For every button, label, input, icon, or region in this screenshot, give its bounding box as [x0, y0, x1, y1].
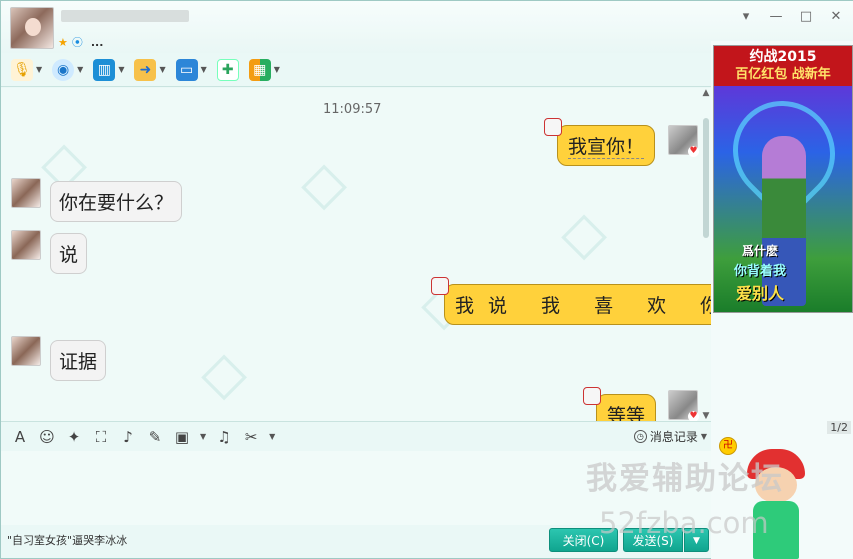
scissors-icon[interactable]: ✂: [242, 428, 260, 446]
ad-title: 约战2015: [749, 49, 817, 65]
voice-call-button[interactable]: 🎙 ▼: [11, 58, 42, 81]
emoji-icon[interactable]: ☺: [38, 428, 56, 446]
skin-dropdown-icon[interactable]: ▾: [738, 9, 754, 25]
chevron-down-icon[interactable]: ▼: [77, 65, 83, 74]
contact-message-avatar[interactable]: [11, 230, 41, 260]
file-transfer-icon: ➜: [134, 58, 157, 81]
contact-avatar[interactable]: [10, 7, 54, 49]
apps-button[interactable]: ▦ ▼: [248, 58, 280, 81]
star-icon[interactable]: ★: [58, 36, 68, 49]
diamond-background-icon: ◇: [301, 148, 348, 218]
chevron-down-icon[interactable]: ▼: [274, 65, 280, 74]
chevron-down-icon[interactable]: ▼: [118, 65, 124, 74]
font-icon[interactable]: A: [11, 428, 29, 446]
magic-wand-icon[interactable]: ✦: [65, 428, 83, 446]
contact-message-avatar[interactable]: [11, 336, 41, 366]
diamond-background-icon: ◇: [561, 198, 608, 268]
chat-window: ★ ⦿ ... ▾ — □ ✕ 🎙 ▼ ◉ ▼ ▥ ▼ ➜ ▼ ▭ ▼ ✚ ▦ …: [0, 0, 853, 559]
message-text: 证据: [59, 351, 98, 373]
function-toolbar: 🎙 ▼ ◉ ▼ ▥ ▼ ➜ ▼ ▭ ▼ ✚ ▦ ▼: [1, 53, 711, 87]
message-bubble-sent[interactable]: 等等: [582, 387, 657, 421]
message-bubble-sent[interactable]: 我宣你！: [543, 118, 656, 166]
chevron-down-icon[interactable]: ▼: [201, 65, 207, 74]
message-text: 等等: [607, 405, 646, 421]
ad-caption-2: 你背着我: [734, 264, 787, 279]
message-text: 你在要什么？: [59, 192, 174, 214]
advertisement-banner[interactable]: 约战2015 百亿红包 战新年 爲什麽 你背着我 爱别人: [713, 45, 853, 313]
contact-signature[interactable]: "自习室女孩"逼哭李冰冰: [7, 532, 127, 548]
message-bubble-received[interactable]: 说: [50, 233, 88, 274]
camera-icon: ◉: [52, 58, 75, 81]
message-bubble-sent[interactable]: 我说 我 喜 欢 你: [430, 277, 711, 325]
ad-caption-1: 爲什麽: [742, 244, 779, 258]
input-toolbar: A ☺ ✦ ⛶ ♪ ✎ ▣ ▼ ♫ ✂ ▼ ◷ 消息记录 ▼: [1, 421, 711, 451]
message-bubble-received[interactable]: 你在要什么？: [50, 181, 183, 222]
chevron-down-icon[interactable]: ▼: [269, 432, 275, 441]
more-status[interactable]: ...: [91, 36, 104, 49]
message-bubble-received[interactable]: 证据: [50, 340, 107, 381]
file-transfer-button[interactable]: ➜ ▼: [134, 58, 166, 81]
diamond-background-icon: ◇: [201, 338, 248, 408]
status-icons: ★ ⦿ ...: [58, 34, 103, 50]
apps-icon: ▦: [248, 58, 271, 81]
chevron-down-icon[interactable]: ▼: [159, 65, 165, 74]
screen-share-button[interactable]: ▥ ▼: [93, 58, 124, 81]
message-history-label: 消息记录: [649, 430, 698, 444]
watermark-text: 我爱辅助论坛: [586, 461, 784, 497]
message-text: 说: [59, 244, 79, 266]
create-discussion-button[interactable]: ✚: [216, 58, 239, 81]
ad-header: 约战2015 百亿红包 战新年: [714, 46, 852, 86]
contact-message-avatar[interactable]: [11, 178, 41, 208]
scroll-up-icon[interactable]: ▲: [701, 88, 711, 98]
edit-icon[interactable]: ✎: [146, 428, 164, 446]
clock-icon: ◷: [633, 430, 647, 443]
my-avatar[interactable]: [668, 390, 699, 421]
message-timestamp: 11:09:57: [323, 102, 382, 117]
window-controls: ▾ — □ ✕: [738, 9, 844, 25]
message-text: 我宣你！: [568, 136, 645, 159]
scroll-thumb[interactable]: [703, 118, 709, 238]
chat-history[interactable]: ◇ ◇ ◇ ◇ ◇ 11:09:57 我宣你！ 你在要什么？ 说 我说 我 喜 …: [1, 88, 711, 421]
screen-share-icon: ▥: [93, 58, 116, 81]
ad-subtitle: 百亿红包 战新年: [735, 67, 831, 82]
video-call-button[interactable]: ◉ ▼: [52, 58, 83, 81]
maximize-button[interactable]: □: [798, 9, 814, 25]
remote-desktop-button[interactable]: ▭ ▼: [175, 58, 207, 81]
page-indicator[interactable]: 1/2: [827, 421, 851, 434]
message-history-button[interactable]: ◷ 消息记录 ▼: [633, 428, 707, 445]
chevron-down-icon[interactable]: ▼: [36, 65, 42, 74]
music-icon[interactable]: ♫: [215, 428, 233, 446]
chat-scrollbar[interactable]: ▲ ▼: [701, 88, 711, 421]
minimize-button[interactable]: —: [768, 9, 784, 25]
watermark-url: 52fzba.com: [599, 506, 769, 540]
chevron-down-icon: ▼: [700, 432, 707, 441]
scroll-down-icon[interactable]: ▼: [701, 411, 711, 421]
qq-status-icon[interactable]: ⦿: [72, 34, 83, 50]
contact-name: [61, 10, 189, 22]
image-icon[interactable]: ▣: [173, 428, 191, 446]
chevron-down-icon[interactable]: ▼: [200, 432, 206, 441]
voice-message-icon[interactable]: ♪: [119, 428, 137, 446]
remote-desktop-icon: ▭: [175, 58, 198, 81]
close-window-button[interactable]: ✕: [828, 9, 844, 25]
ad-caption-3: 爱别人: [736, 284, 785, 303]
message-icon: ✚: [216, 58, 239, 81]
my-avatar[interactable]: [668, 125, 699, 157]
screenshot-icon[interactable]: ⛶: [92, 428, 110, 446]
microphone-icon: 🎙: [11, 58, 33, 81]
message-text: 我说 我 喜 欢 你: [455, 295, 711, 317]
